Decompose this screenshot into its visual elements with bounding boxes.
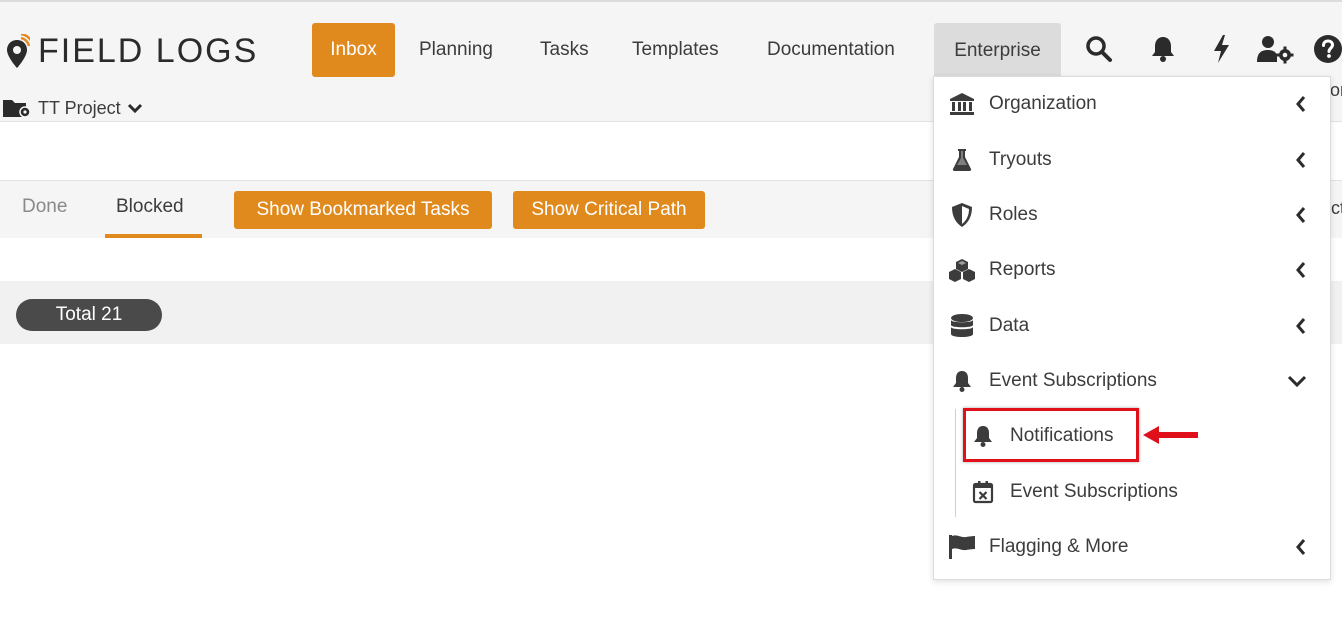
calendar-x-icon: [970, 479, 996, 505]
submenu-guide-line: [955, 409, 956, 517]
nav-inbox[interactable]: Inbox: [312, 23, 395, 77]
flask-icon: [948, 146, 976, 174]
project-name: TT Project: [38, 97, 121, 118]
nav-templates[interactable]: Templates: [632, 23, 719, 77]
show-critical-path-button[interactable]: Show Critical Path: [513, 191, 705, 229]
nav-planning[interactable]: Planning: [419, 23, 493, 77]
bell-icon: [948, 367, 976, 395]
chevron-left-icon: [1291, 537, 1311, 557]
nav-tasks[interactable]: Tasks: [540, 23, 589, 77]
chevron-down-icon: [1287, 371, 1307, 391]
submenu-item-label: Event Subscriptions: [1010, 481, 1178, 502]
enterprise-dropdown-menu: Organization Tryouts Roles Reports Data: [933, 76, 1331, 580]
chevron-left-icon: [1291, 150, 1311, 170]
nav-enterprise[interactable]: Enterprise: [934, 23, 1061, 79]
tab-blocked[interactable]: Blocked: [116, 196, 184, 218]
database-icon: [948, 312, 976, 340]
bell-icon[interactable]: [1147, 32, 1179, 66]
brand-logo[interactable]: FIELD LOGS: [4, 32, 258, 71]
submenu-item-event-subscriptions[interactable]: Event Subscriptions: [960, 466, 1300, 518]
menu-item-label: Roles: [989, 204, 1038, 225]
folder-gear-icon: [3, 100, 31, 118]
submenu-item-notifications[interactable]: Notifications: [960, 410, 1300, 462]
menu-item-event-subscriptions[interactable]: Event Subscriptions: [934, 354, 1330, 408]
flag-icon: [948, 533, 976, 561]
chevron-left-icon: [1291, 94, 1311, 114]
brand-name: FIELD LOGS: [38, 32, 259, 70]
help-icon[interactable]: [1312, 32, 1342, 66]
bank-icon: [948, 90, 976, 118]
clipped-text-top: or: [1330, 80, 1342, 100]
nav-documentation[interactable]: Documentation: [767, 23, 895, 77]
user-gear-icon[interactable]: [1256, 32, 1294, 66]
tab-done[interactable]: Done: [22, 196, 67, 218]
menu-item-tryouts[interactable]: Tryouts: [934, 133, 1330, 187]
menu-item-data[interactable]: Data: [934, 299, 1330, 353]
show-bookmarked-tasks-button[interactable]: Show Bookmarked Tasks: [234, 191, 492, 229]
menu-item-roles[interactable]: Roles: [934, 188, 1330, 242]
menu-item-label: Event Subscriptions: [989, 370, 1157, 391]
active-tab-indicator: [105, 234, 202, 238]
submenu-item-label: Notifications: [1010, 425, 1114, 446]
menu-item-label: Organization: [989, 93, 1097, 114]
cubes-icon: [948, 256, 976, 284]
total-count-badge: Total 21: [16, 299, 162, 331]
menu-item-label: Tryouts: [989, 149, 1052, 170]
menu-item-flagging-and-more[interactable]: Flagging & More: [934, 520, 1330, 574]
chevron-left-icon: [1291, 260, 1311, 280]
search-icon[interactable]: [1083, 32, 1115, 66]
pointer-arrow-icon: [1143, 426, 1198, 444]
chevron-left-icon: [1291, 205, 1311, 225]
bell-icon: [970, 423, 996, 449]
shield-icon: [948, 201, 976, 229]
clipped-text-tabs: ct: [1331, 198, 1342, 218]
chevron-down-icon: [127, 103, 142, 114]
chevron-left-icon: [1291, 316, 1311, 336]
project-selector[interactable]: TT Project: [2, 97, 143, 119]
menu-item-label: Reports: [989, 259, 1056, 280]
menu-item-label: Data: [989, 315, 1030, 336]
menu-item-organization[interactable]: Organization: [934, 77, 1330, 131]
menu-item-reports[interactable]: Reports: [934, 243, 1330, 297]
menu-item-label: Flagging & More: [989, 536, 1129, 557]
location-pin-icon: [7, 33, 30, 68]
lightning-icon[interactable]: [1205, 32, 1237, 66]
